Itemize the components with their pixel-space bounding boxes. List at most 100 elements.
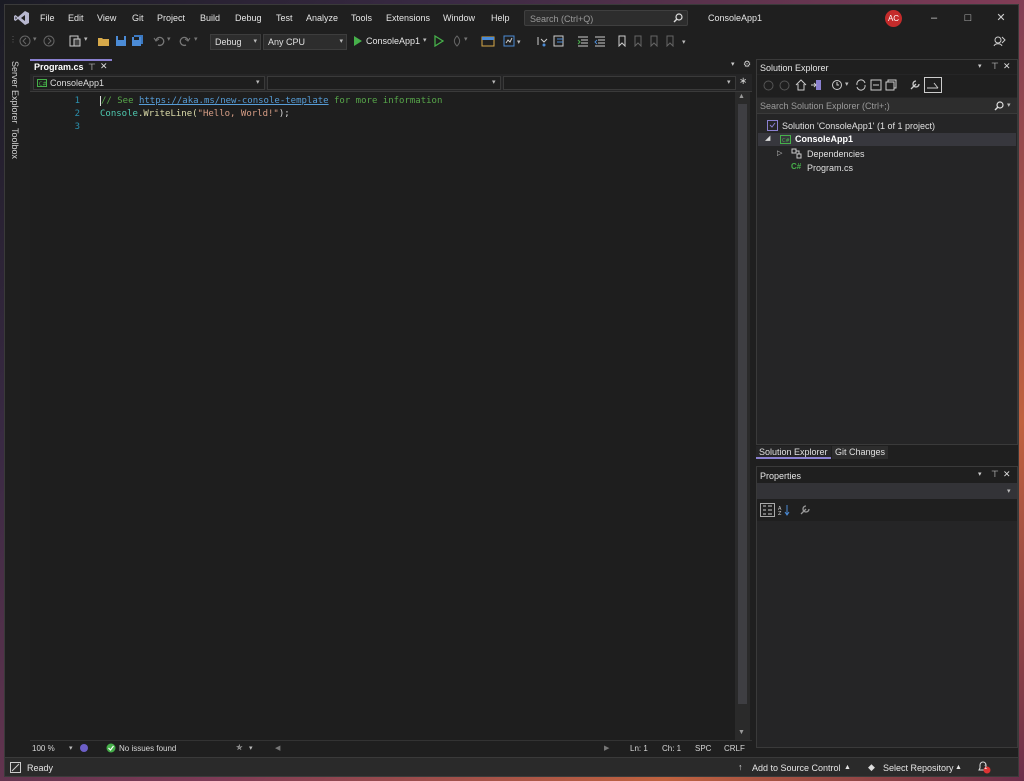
maximize-icon[interactable]: □ xyxy=(961,11,975,25)
object-selector[interactable]: ▾ xyxy=(757,483,1017,499)
step-into-icon[interactable] xyxy=(536,35,549,49)
collapse-all-icon[interactable] xyxy=(870,79,882,91)
code-editor[interactable]: 1 2 3 // See https://aka.ms/new-console-… xyxy=(30,92,735,740)
new-dropdown-icon[interactable]: ▾ xyxy=(84,35,88,49)
solution-configuration-select[interactable]: Debug ▾ xyxy=(210,34,261,50)
navigate-back-icon[interactable] xyxy=(19,35,31,49)
hot-reload-icon[interactable] xyxy=(451,35,463,49)
diagnostics-icon[interactable] xyxy=(503,35,515,49)
scroll-down-icon[interactable]: ▼ xyxy=(738,729,745,736)
pane-menu-icon[interactable]: ▾ xyxy=(978,470,982,478)
menu-test[interactable]: Test xyxy=(276,13,293,23)
alphabetical-icon[interactable]: AZ xyxy=(778,504,791,516)
pin-icon[interactable]: ⊤ xyxy=(88,62,96,73)
back-dropdown-icon[interactable]: ▾ xyxy=(33,35,37,49)
next-bookmark-icon[interactable] xyxy=(649,35,659,49)
diagnostics-dropdown-icon[interactable]: ▾ xyxy=(517,38,521,52)
search-options-icon[interactable]: ▾ xyxy=(1007,101,1011,109)
filter-dropdown-icon[interactable]: ▾ xyxy=(845,80,849,88)
select-repository[interactable]: Select Repository xyxy=(883,763,954,773)
toolbar-overflow-icon[interactable]: ▾ xyxy=(682,38,686,52)
pane-menu-icon[interactable]: ▾ xyxy=(978,62,982,70)
menu-view[interactable]: View xyxy=(97,13,116,23)
forward-icon[interactable] xyxy=(779,80,790,91)
project-dropdown[interactable]: C# ConsoleApp1 ▾ xyxy=(33,76,265,90)
live-share-icon[interactable] xyxy=(993,35,1006,49)
bookmark-icon[interactable] xyxy=(617,35,627,49)
copilot-icon[interactable] xyxy=(79,743,89,753)
split-editor-icon[interactable]: ∗ xyxy=(739,76,747,87)
preview-selected-icon[interactable] xyxy=(924,77,942,93)
scroll-left-icon[interactable]: ◀ xyxy=(275,744,280,752)
add-to-source-control[interactable]: Add to Source Control xyxy=(752,763,841,773)
pin-icon[interactable]: ⊤ xyxy=(991,469,999,480)
tab-toolbox[interactable]: Toolbox xyxy=(10,128,20,159)
hot-reload-dropdown-icon[interactable]: ▾ xyxy=(464,35,468,49)
solution-search-input[interactable]: Search Solution Explorer (Ctrl+;) ▾ xyxy=(757,98,1017,114)
close-icon[interactable]: ✕ xyxy=(1003,61,1011,72)
collapsed-arrow-icon[interactable]: ▷ xyxy=(777,149,782,157)
menu-tools[interactable]: Tools xyxy=(351,13,372,23)
menu-window[interactable]: Window xyxy=(443,13,475,23)
expanded-arrow-icon[interactable]: ◢ xyxy=(765,134,770,142)
undo-dropdown-icon[interactable]: ▾ xyxy=(167,35,171,49)
column-indicator[interactable]: Ch: 1 xyxy=(662,744,681,753)
menu-git[interactable]: Git xyxy=(132,13,144,23)
scroll-thumb[interactable] xyxy=(738,104,747,704)
close-icon[interactable]: ✕ xyxy=(1003,469,1011,480)
menu-file[interactable]: File xyxy=(40,13,55,23)
save-all-icon[interactable] xyxy=(131,35,144,49)
property-pages-icon[interactable] xyxy=(799,504,811,516)
back-icon[interactable] xyxy=(763,80,774,91)
code-cleanup-dropdown-icon[interactable]: ▾ xyxy=(249,744,253,752)
avatar[interactable]: AC xyxy=(885,10,902,27)
tree-item-project[interactable]: ◢ C# ConsoleApp1 xyxy=(758,133,1016,146)
line-indicator[interactable]: Ln: 1 xyxy=(630,744,648,753)
open-folder-icon[interactable] xyxy=(97,35,111,49)
uncomment-lines-icon[interactable] xyxy=(594,35,607,49)
redo-icon[interactable] xyxy=(179,35,191,49)
scroll-right-icon[interactable]: ▶ xyxy=(604,744,609,752)
sync-icon[interactable] xyxy=(855,79,867,91)
start-debugging-button[interactable] xyxy=(353,35,363,49)
new-project-icon[interactable] xyxy=(69,35,83,49)
line-ending-indicator[interactable]: CRLF xyxy=(724,744,745,753)
menu-build[interactable]: Build xyxy=(200,13,220,23)
menu-edit[interactable]: Edit xyxy=(68,13,84,23)
issues-status[interactable]: No issues found xyxy=(119,744,176,753)
whitespace-indicator[interactable]: SPC xyxy=(695,744,711,753)
categorized-icon[interactable] xyxy=(760,503,775,517)
zoom-dropdown-icon[interactable]: ▾ xyxy=(69,744,73,752)
properties-wrench-icon[interactable] xyxy=(909,79,921,91)
home-icon[interactable] xyxy=(795,79,807,91)
comment-lines-icon[interactable] xyxy=(577,35,590,49)
solution-platform-select[interactable]: Any CPU ▾ xyxy=(263,34,347,50)
pin-icon[interactable]: ⊤ xyxy=(991,61,999,72)
menu-project[interactable]: Project xyxy=(157,13,185,23)
tab-program-cs[interactable]: Program.cs ⊤ ✕ xyxy=(30,59,112,73)
step-over-icon[interactable] xyxy=(553,35,566,49)
show-all-files-icon[interactable] xyxy=(885,79,897,91)
browse-icon[interactable] xyxy=(481,35,495,49)
navigate-forward-icon[interactable] xyxy=(43,35,55,49)
tab-git-changes[interactable]: Git Changes xyxy=(832,446,889,459)
vertical-scrollbar[interactable]: ▲ ▼ xyxy=(735,92,750,740)
start-without-debugging-icon[interactable] xyxy=(434,35,444,49)
member-dropdown[interactable]: ▾ xyxy=(503,76,736,90)
minimize-icon[interactable]: – xyxy=(927,11,941,25)
zoom-level[interactable]: 100 % xyxy=(32,744,55,753)
type-dropdown[interactable]: ▾ xyxy=(267,76,501,90)
pending-changes-icon[interactable] xyxy=(831,79,843,91)
redo-dropdown-icon[interactable]: ▾ xyxy=(194,35,198,49)
menu-debug[interactable]: Debug xyxy=(235,13,262,23)
tab-list-dropdown-icon[interactable]: ▾ xyxy=(731,60,735,68)
switch-views-icon[interactable] xyxy=(810,79,822,91)
undo-icon[interactable] xyxy=(153,35,165,49)
run-target-label[interactable]: ConsoleApp1 xyxy=(366,36,420,50)
scroll-up-icon[interactable]: ▲ xyxy=(738,93,745,100)
tab-server-explorer[interactable]: Server Explorer xyxy=(10,61,20,124)
search-input[interactable]: Search (Ctrl+Q) xyxy=(524,10,688,26)
close-tab-icon[interactable]: ✕ xyxy=(100,61,108,72)
close-icon[interactable]: ✕ xyxy=(994,11,1008,25)
code-link[interactable]: https://aka.ms/new-console-template xyxy=(139,96,329,106)
